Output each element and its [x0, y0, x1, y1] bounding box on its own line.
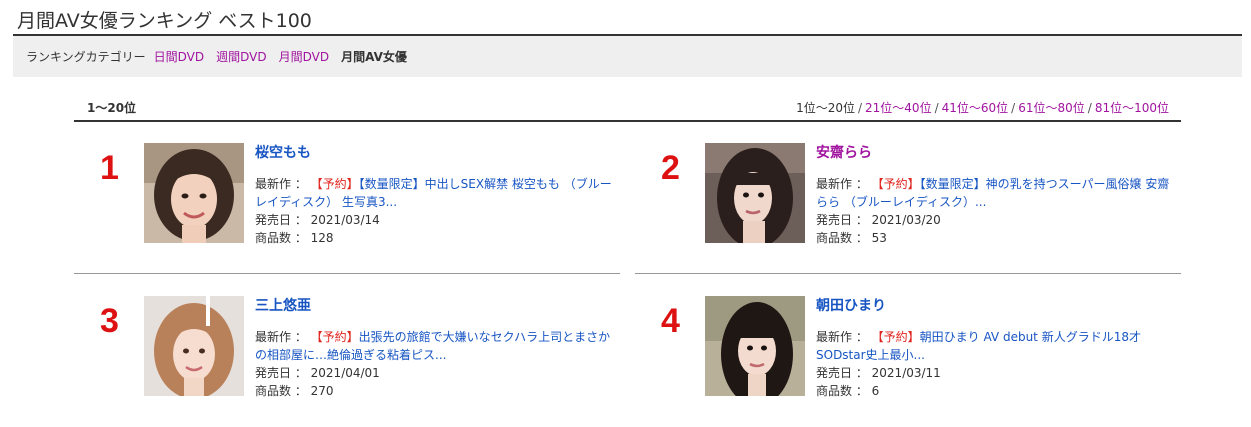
latest-work: 最新作 ： 【予約】【数量限定】神の乳を持つスーパー風俗嬢 安齋らら （ブルーレ…	[816, 175, 1180, 211]
release-date: 2021/03/20	[871, 213, 941, 227]
pagination: 1位〜20位/21位〜40位/41位〜60位/61位〜80位/81位〜100位	[796, 99, 1169, 116]
reservation-tag: 【予約】	[310, 177, 359, 191]
release-date-row: 発売日 ： 2021/04/01	[255, 364, 619, 382]
actress-info: 桜空もも 最新作 ： 【予約】【数量限定】中出しSEX解禁 桜空もも （ブルーレ…	[255, 143, 619, 247]
category-current: 月間AV女優	[341, 50, 407, 64]
latest-label: 最新作 ：	[816, 330, 868, 344]
reservation-tag: 【予約】	[871, 330, 920, 344]
latest-label: 最新作 ：	[255, 177, 307, 191]
product-count-row: 商品数 ： 6	[816, 382, 1180, 400]
release-label: 発売日 ：	[255, 213, 307, 227]
category-label: ランキングカテゴリー	[26, 50, 146, 64]
release-date-row: 発売日 ： 2021/03/11	[816, 364, 1180, 382]
pager-separator: /	[1087, 101, 1092, 115]
pager-current-page: 1位〜20位	[796, 101, 855, 115]
ranking-item: 4 朝田ひまり 最新作 ： 【予約】朝田ひまり AV debut 新人グラドル1…	[635, 296, 1180, 411]
release-date: 2021/04/01	[310, 366, 380, 380]
category-monthly-dvd-link[interactable]: 月間DVD	[279, 48, 329, 65]
product-count: 6	[871, 384, 880, 398]
pager-link-21-40[interactable]: 21位〜40位	[865, 101, 932, 115]
actress-photo[interactable]	[705, 143, 805, 243]
current-range-heading: 1〜20位	[87, 101, 137, 115]
pager-link-81-100[interactable]: 81位〜100位	[1095, 101, 1169, 115]
count-label: 商品数 ：	[255, 231, 307, 245]
actress-info: 三上悠亜 最新作 ： 【予約】出張先の旅館で大嫌いなセクハラ上司とまさかの相部屋…	[255, 296, 619, 400]
count-label: 商品数 ：	[816, 384, 868, 398]
actress-name-link[interactable]: 三上悠亜	[255, 297, 619, 315]
count-label: 商品数 ：	[816, 231, 868, 245]
latest-work-link[interactable]: 【数量限定】中出しSEX解禁 桜空もも （ブルーレイディスク） 生写真3...	[255, 177, 612, 209]
release-label: 発売日 ：	[816, 213, 868, 227]
ranking-item: 3 三上悠亜 最新作 ： 【予約】出張先の旅館で大嫌いなセクハラ上司とまさかの相…	[74, 296, 619, 411]
product-count-row: 商品数 ： 270	[255, 382, 619, 400]
pager-link-41-60[interactable]: 41位〜60位	[942, 101, 1009, 115]
latest-work-link[interactable]: 出張先の旅館で大嫌いなセクハラ上司とまさかの相部屋に…絶倫過ぎる粘着ピス...	[255, 330, 610, 362]
reservation-tag: 【予約】	[310, 330, 359, 344]
release-date-row: 発売日 ： 2021/03/14	[255, 211, 619, 229]
latest-label: 最新作 ：	[255, 330, 307, 344]
release-date: 2021/03/14	[310, 213, 380, 227]
reservation-tag: 【予約】	[871, 177, 920, 191]
row-divider	[635, 273, 1181, 274]
row-divider	[74, 273, 620, 274]
rank-number: 2	[661, 149, 680, 187]
pager-separator: /	[857, 101, 863, 115]
page-title: 月間AV女優ランキング ベスト100	[17, 10, 312, 32]
rank-number: 3	[100, 302, 119, 340]
category-daily-dvd-link[interactable]: 日間DVD	[154, 48, 204, 65]
ranking-item: 2 安齋らら 最新作 ： 【予約】【数量限定】神の乳を持つスーパー風俗嬢 安齋ら…	[635, 143, 1180, 258]
latest-work: 最新作 ： 【予約】【数量限定】中出しSEX解禁 桜空もも （ブルーレイディスク…	[255, 175, 619, 211]
pager-link-61-80[interactable]: 61位〜80位	[1018, 101, 1085, 115]
product-count: 128	[310, 231, 334, 245]
actress-info: 朝田ひまり 最新作 ： 【予約】朝田ひまり AV debut 新人グラドル18才…	[816, 296, 1180, 400]
category-weekly-dvd-link[interactable]: 週間DVD	[216, 48, 266, 65]
pager-separator: /	[934, 101, 939, 115]
release-date: 2021/03/11	[871, 366, 941, 380]
release-label: 発売日 ：	[816, 366, 868, 380]
count-label: 商品数 ：	[255, 384, 307, 398]
actress-photo[interactable]	[705, 296, 805, 396]
product-count: 270	[310, 384, 334, 398]
list-divider	[74, 120, 1181, 122]
ranking-item: 1 桜空もも 最新作 ： 【予約】【数量限定】中出しSEX解禁 桜空もも （ブル…	[74, 143, 619, 258]
release-date-row: 発売日 ： 2021/03/20	[816, 211, 1180, 229]
product-count-row: 商品数 ： 53	[816, 229, 1180, 247]
pager-separator: /	[1011, 101, 1016, 115]
release-label: 発売日 ：	[255, 366, 307, 380]
rank-number: 1	[100, 149, 119, 187]
actress-name-link[interactable]: 安齋らら	[816, 144, 1180, 162]
product-count: 53	[871, 231, 887, 245]
actress-name-link[interactable]: 桜空もも	[255, 144, 619, 162]
latest-work: 最新作 ： 【予約】出張先の旅館で大嫌いなセクハラ上司とまさかの相部屋に…絶倫過…	[255, 328, 619, 364]
latest-work: 最新作 ： 【予約】朝田ひまり AV debut 新人グラドル18才 SODst…	[816, 328, 1180, 364]
product-count-row: 商品数 ： 128	[255, 229, 619, 247]
actress-info: 安齋らら 最新作 ： 【予約】【数量限定】神の乳を持つスーパー風俗嬢 安齋らら …	[816, 143, 1180, 247]
actress-photo[interactable]	[144, 143, 244, 243]
category-bar: ランキングカテゴリー 日間DVD 週間DVD 月間DVD 月間AV女優	[13, 36, 1242, 77]
rank-number: 4	[661, 302, 680, 340]
actress-name-link[interactable]: 朝田ひまり	[816, 297, 1180, 315]
latest-work-link[interactable]: 【数量限定】神の乳を持つスーパー風俗嬢 安齋らら （ブルーレイディスク）...	[816, 177, 1169, 209]
latest-label: 最新作 ：	[816, 177, 868, 191]
actress-photo[interactable]	[144, 296, 244, 396]
